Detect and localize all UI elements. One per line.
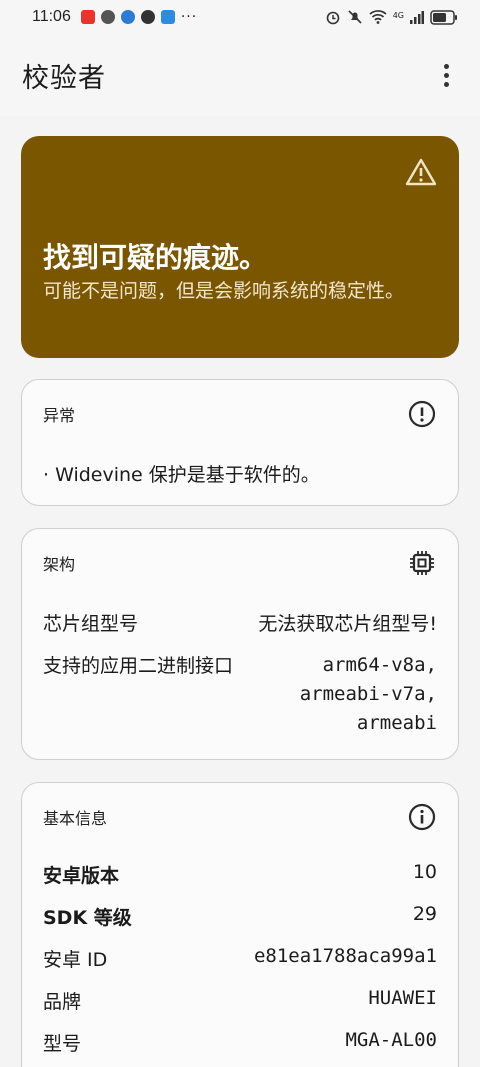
error-info-icon <box>408 400 436 428</box>
battery-icon <box>430 9 457 25</box>
sdk-level-row: SDK 等级 29 <box>43 903 437 930</box>
basic-info-card: 基本信息 安卓版本 10 SDK 等级 29 安卓 ID e81ea1788ac… <box>21 782 459 1067</box>
android-version-value: 10 <box>412 861 437 883</box>
anomaly-card-title: 异常 <box>43 406 76 425</box>
warning-subtitle: 可能不是问题，但是会影响系统的稳定性。 <box>43 280 405 302</box>
android-id-label: 安卓 ID <box>43 949 108 971</box>
brand-row: 品牌 HUAWEI <box>43 987 437 1014</box>
abi-values: arm64-v8a, armeabi-v7a, armeabi <box>300 651 437 738</box>
abi-row: 支持的应用二进制接口 arm64-v8a, armeabi-v7a, armea… <box>43 651 437 738</box>
android-id-value: e81ea1788aca99a1 <box>253 945 437 967</box>
brand-value: HUAWEI <box>368 987 437 1009</box>
overflow-menu-button[interactable] <box>434 55 458 95</box>
alarm-icon <box>326 11 340 25</box>
chipset-label: 芯片组型号 <box>43 613 139 635</box>
app-bar: 校验者 <box>0 34 480 116</box>
menu-dot <box>443 63 449 69</box>
abi-value: armeabi-v7a, <box>299 683 437 705</box>
model-row: 型号 MGA-AL00 <box>43 1029 437 1056</box>
warning-card: 找到可疑的痕迹。 可能不是问题，但是会影响系统的稳定性。 <box>21 136 459 358</box>
android-version-label: 安卓版本 <box>43 865 120 887</box>
qq-icon <box>140 10 155 24</box>
basic-info-card-title: 基本信息 <box>43 809 108 828</box>
wechat-icon <box>100 10 115 24</box>
info-icon <box>408 803 436 831</box>
browser-icon <box>120 10 135 24</box>
chipset-row: 芯片组型号 无法获取芯片组型号! <box>43 609 437 636</box>
abi-value: arm64-v8a, <box>322 654 437 676</box>
chip-icon <box>410 551 434 575</box>
sdk-level-value: 29 <box>412 903 437 925</box>
status-time: 11:06 <box>32 8 71 25</box>
app-title: 校验者 <box>22 62 106 94</box>
assistant-icon <box>160 10 175 24</box>
architecture-card-title: 架构 <box>43 555 76 574</box>
more-notifications-icon: ··· <box>180 9 198 25</box>
abi-label: 支持的应用二进制接口 <box>43 655 234 677</box>
mute-icon <box>348 10 362 24</box>
status-right: 4G <box>325 9 458 25</box>
signal-icon <box>410 11 424 24</box>
warning-title: 找到可疑的痕迹。 <box>43 241 268 274</box>
wifi-icon <box>369 10 387 24</box>
warning-icon <box>405 158 437 186</box>
anomaly-item: · Widevine 保护是基于软件的。 <box>43 464 320 486</box>
notification-icons: ··· <box>80 9 198 25</box>
android-id-row: 安卓 ID e81ea1788aca99a1 <box>43 945 437 972</box>
chipset-value: 无法获取芯片组型号! <box>258 613 437 635</box>
architecture-card: 架构 芯片组型号 无法获取芯片组型号! 支持的应用二进制接口 arm64-v8a… <box>21 528 459 760</box>
model-label: 型号 <box>43 1033 82 1055</box>
sdk-level-label: SDK 等级 <box>43 907 132 929</box>
anomaly-card: 异常 · Widevine 保护是基于软件的。 <box>21 379 459 506</box>
menu-dot <box>443 72 449 78</box>
network-type: 4G <box>392 11 404 20</box>
android-version-row: 安卓版本 10 <box>43 861 437 888</box>
model-value: MGA-AL00 <box>345 1029 437 1051</box>
menu-dot <box>443 81 449 87</box>
brand-label: 品牌 <box>43 991 82 1013</box>
abi-value: armeabi <box>356 712 437 734</box>
status-bar: 11:06 ··· 4G <box>0 0 480 34</box>
news-app-icon <box>80 10 95 24</box>
